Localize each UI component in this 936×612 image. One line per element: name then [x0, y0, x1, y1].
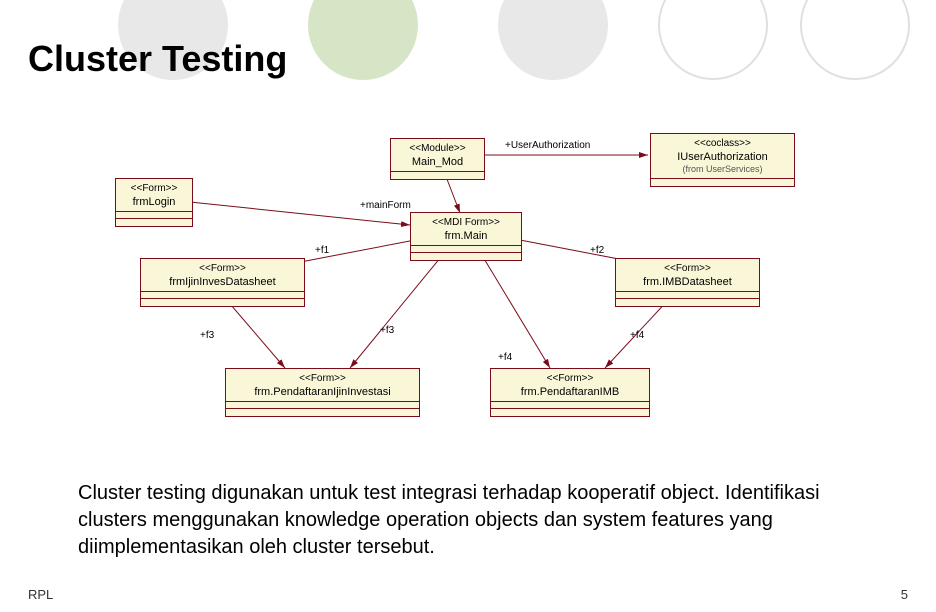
deco-circle-5 [800, 0, 910, 80]
edge-label-f2: +f2 [590, 245, 604, 256]
edge-label-f4b: +f4 [630, 330, 644, 341]
node-from: (from UserServices) [657, 164, 788, 176]
node-stereotype: <<Form>> [622, 262, 753, 275]
node-stereotype: <<coclass>> [657, 137, 788, 150]
node-frm-login: <<Form>> frmLogin [115, 178, 193, 227]
deco-circle-4 [658, 0, 768, 80]
edge-label-f4a: +f4 [498, 352, 512, 363]
edge-label-mainform: +mainForm [360, 200, 411, 211]
node-stereotype: <<Module>> [397, 142, 478, 155]
node-frm-imb-ds: <<Form>> frm.IMBDatasheet [615, 258, 760, 307]
node-stereotype: <<Form>> [497, 372, 643, 385]
node-frm-ijin-inves: <<Form>> frmIjinInvesDatasheet [140, 258, 305, 307]
node-stereotype: <<Form>> [147, 262, 298, 275]
node-stereotype: <<Form>> [232, 372, 413, 385]
edge-label-f3b: +f3 [380, 325, 394, 336]
slide-body: Cluster testing digunakan untuk test int… [78, 480, 858, 561]
uml-diagram: <<Module>> Main_Mod <<coclass>> IUserAut… [60, 130, 890, 460]
node-frm-pendaftaran-imb: <<Form>> frm.PendaftaranIMB [490, 368, 650, 417]
deco-circle-3 [498, 0, 608, 80]
slide-title: Cluster Testing [28, 38, 287, 80]
node-frm-pendaftaran-inv: <<Form>> frm.PendaftaranIjinInvestasi [225, 368, 420, 417]
node-name: frm.PendaftaranIMB [497, 385, 643, 399]
node-name: frmIjinInvesDatasheet [147, 275, 298, 289]
node-stereotype: <<MDI Form>> [417, 216, 515, 229]
node-stereotype: <<Form>> [122, 182, 186, 195]
node-name: Main_Mod [397, 155, 478, 169]
node-main-mod: <<Module>> Main_Mod [390, 138, 485, 180]
node-name: frm.PendaftaranIjinInvestasi [232, 385, 413, 399]
node-name: frm.IMBDatasheet [622, 275, 753, 289]
deco-circle-2 [308, 0, 418, 80]
node-user-auth: <<coclass>> IUserAuthorization (from Use… [650, 133, 795, 187]
edge-label-userauth: +UserAuthorization [505, 140, 590, 151]
footer-left: RPL [28, 587, 53, 602]
node-name: frm.Main [417, 229, 515, 243]
node-frm-main: <<MDI Form>> frm.Main [410, 212, 522, 261]
edge-label-f1: +f1 [315, 245, 329, 256]
footer-page-number: 5 [901, 587, 908, 602]
node-name: IUserAuthorization [657, 150, 788, 164]
node-name: frmLogin [122, 195, 186, 209]
edge-label-f3a: +f3 [200, 330, 214, 341]
